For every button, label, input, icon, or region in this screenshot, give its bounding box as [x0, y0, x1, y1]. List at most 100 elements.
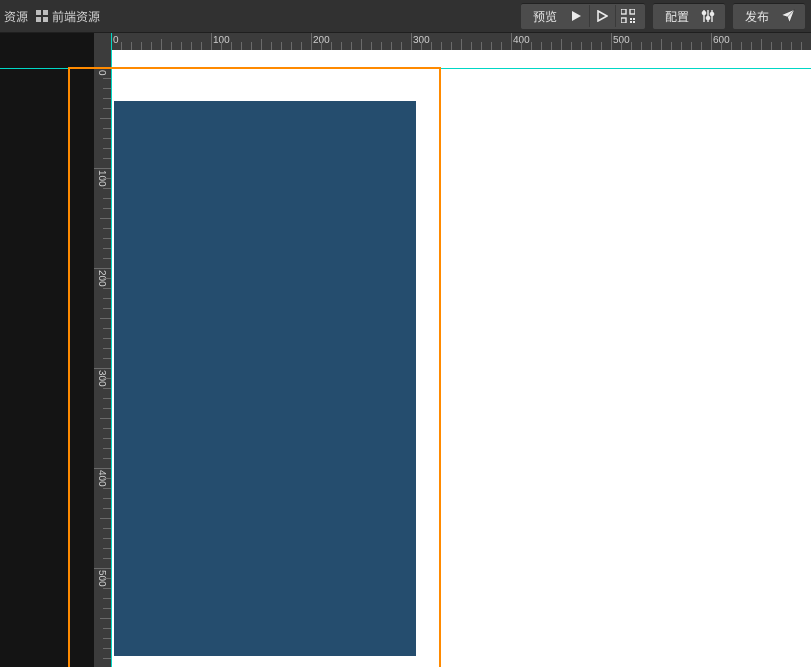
ruler-tick — [661, 39, 662, 50]
ruler-tick — [103, 378, 111, 379]
preview-play-alt-button[interactable] — [589, 5, 615, 27]
ruler-tick — [341, 42, 342, 50]
ruler-tick — [331, 42, 332, 50]
ruler-tick — [711, 33, 712, 50]
ruler-tick — [103, 248, 111, 249]
toolbar-right: 预览 — [521, 0, 811, 32]
paper-plane-icon — [781, 9, 795, 23]
ruler-tick — [671, 42, 672, 50]
ruler-tick — [103, 238, 111, 239]
preview-qr-button[interactable] — [615, 5, 641, 27]
ruler-tick — [103, 258, 111, 259]
ruler-tick — [94, 468, 111, 469]
ruler-tick — [103, 388, 111, 389]
ruler-tick — [291, 42, 292, 50]
preview-play-button[interactable] — [563, 5, 589, 27]
ruler-tick — [94, 268, 111, 269]
ruler-tick — [191, 42, 192, 50]
horizontal-ruler[interactable]: 0100200300400500600 — [94, 33, 811, 50]
ruler-tick — [401, 42, 402, 50]
ruler-tick — [241, 42, 242, 50]
ruler-tick — [103, 138, 111, 139]
ruler-tick — [103, 638, 111, 639]
ruler-tick — [731, 42, 732, 50]
ruler-tick — [103, 498, 111, 499]
ruler-tick — [103, 298, 111, 299]
ruler-tick — [751, 42, 752, 50]
ruler-tick — [391, 42, 392, 50]
config-button[interactable] — [695, 5, 721, 27]
tab-frontend-resources[interactable]: 前端资源 — [32, 0, 104, 32]
ruler-tick — [491, 42, 492, 50]
ruler-tick — [541, 42, 542, 50]
ruler-corner — [94, 33, 111, 50]
ruler-tick — [103, 538, 111, 539]
ruler-tick — [501, 42, 502, 50]
ruler-tick — [221, 42, 222, 50]
ruler-tick — [141, 42, 142, 50]
ruler-tick — [103, 648, 111, 649]
tab-frontend-resources-label: 前端资源 — [52, 8, 100, 25]
sliders-icon — [701, 9, 715, 23]
ruler-tick — [741, 42, 742, 50]
ruler-tick — [100, 618, 111, 619]
ruler-tick — [103, 328, 111, 329]
ruler-tick — [801, 42, 802, 50]
ruler-tick — [103, 198, 111, 199]
ruler-tick — [103, 508, 111, 509]
play-outline-icon — [596, 10, 608, 22]
ruler-tick — [103, 158, 111, 159]
ruler-tick — [94, 568, 111, 569]
ruler-tick — [100, 118, 111, 119]
ruler-tick — [531, 42, 532, 50]
preview-label: 预览 — [525, 8, 563, 25]
ruler-tick — [761, 39, 762, 50]
guide-line-vertical[interactable] — [111, 33, 112, 667]
ruler-number: 0 — [96, 70, 107, 76]
ruler-tick — [771, 42, 772, 50]
ruler-tick — [681, 42, 682, 50]
ruler-tick — [461, 39, 462, 50]
tab-resources[interactable]: 资源 — [0, 0, 32, 32]
ruler-tick — [561, 39, 562, 50]
ruler-tick — [103, 348, 111, 349]
editor-area — [0, 33, 811, 667]
ruler-tick — [103, 358, 111, 359]
left-gutter — [0, 33, 94, 667]
publish-label: 发布 — [737, 8, 775, 25]
ruler-tick — [94, 168, 111, 169]
vertical-ruler[interactable]: 0100200300400500 — [94, 33, 111, 667]
grid-icon — [36, 10, 48, 22]
ruler-tick — [421, 42, 422, 50]
tab-resources-label: 资源 — [4, 8, 28, 25]
ruler-tick — [103, 598, 111, 599]
ruler-tick — [103, 278, 111, 279]
ruler-tick — [103, 628, 111, 629]
canvas-surface[interactable] — [111, 83, 811, 667]
ruler-tick — [361, 39, 362, 50]
config-group: 配置 — [653, 3, 725, 29]
ruler-tick — [181, 42, 182, 50]
publish-button[interactable] — [775, 5, 801, 27]
ruler-tick — [103, 208, 111, 209]
guide-line-horizontal[interactable] — [0, 68, 811, 69]
ruler-tick — [151, 42, 152, 50]
ruler-tick — [321, 42, 322, 50]
ruler-tick — [103, 478, 111, 479]
ruler-tick — [103, 308, 111, 309]
ruler-tick — [521, 42, 522, 50]
ruler-number: 0 — [113, 35, 119, 46]
ruler-tick — [103, 548, 111, 549]
ruler-tick — [121, 42, 122, 50]
ruler-tick — [103, 128, 111, 129]
ruler-tick — [131, 42, 132, 50]
ruler-tick — [103, 188, 111, 189]
artboard[interactable] — [114, 101, 416, 656]
ruler-tick — [551, 42, 552, 50]
ruler-tick — [701, 42, 702, 50]
ruler-tick — [103, 588, 111, 589]
ruler-tick — [471, 42, 472, 50]
ruler-tick — [103, 528, 111, 529]
ruler-tick — [103, 458, 111, 459]
publish-group: 发布 — [733, 3, 805, 29]
